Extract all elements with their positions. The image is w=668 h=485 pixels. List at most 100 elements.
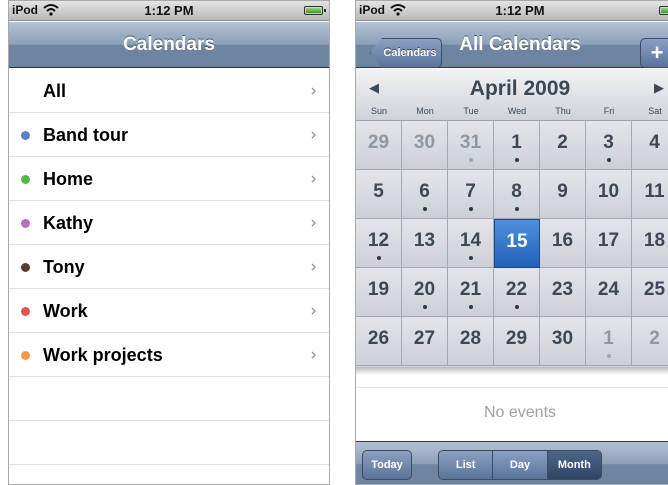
calendar-row[interactable]: Work projects ›: [9, 333, 329, 377]
day-cell[interactable]: 21: [448, 268, 494, 317]
day-number: 2: [557, 132, 568, 153]
event-indicator-dot: [377, 256, 381, 260]
day-cell[interactable]: 10: [586, 170, 632, 219]
weekday-label: Fri: [603, 106, 615, 116]
next-month-icon[interactable]: ▶: [654, 81, 664, 96]
day-number: 28: [459, 328, 482, 349]
day-cell[interactable]: 1: [494, 121, 540, 170]
segment-day[interactable]: Day: [493, 451, 548, 479]
navigation-bar: Calendars: [9, 22, 329, 68]
day-number: 15: [506, 231, 528, 252]
day-cell[interactable]: 24: [586, 268, 632, 317]
day-cell[interactable]: 27: [402, 317, 448, 366]
day-cell[interactable]: 29: [356, 121, 402, 170]
event-indicator-dot: [423, 305, 427, 309]
day-cell[interactable]: 1: [586, 317, 632, 366]
calendar-label: Home: [43, 169, 94, 189]
day-cell[interactable]: 8: [494, 170, 540, 219]
day-cell[interactable]: 30: [540, 317, 586, 366]
day-cell[interactable]: 17: [586, 219, 632, 268]
day-number: 19: [367, 279, 390, 300]
calendar-row[interactable]: Home ›: [9, 157, 329, 201]
calendar-label: Kathy: [43, 213, 94, 233]
day-cell[interactable]: 22: [494, 268, 540, 317]
day-number: 22: [505, 279, 528, 300]
day-cell[interactable]: 19: [356, 268, 402, 317]
chevron-right-icon: ›: [310, 125, 317, 145]
day-number: 18: [643, 230, 666, 251]
today-button[interactable]: Today: [362, 450, 412, 480]
day-number: 1: [511, 132, 522, 153]
day-cell[interactable]: 26: [356, 317, 402, 366]
day-number: 27: [413, 328, 436, 349]
month-title: April 2009: [469, 77, 571, 100]
calendar-label: Tony: [43, 257, 85, 277]
calendar-color-dot: [21, 307, 30, 316]
day-cell[interactable]: 6: [402, 170, 448, 219]
day-cell[interactable]: 4: [632, 121, 668, 170]
day-cell[interactable]: 29: [494, 317, 540, 366]
calendar-row[interactable]: All ›: [9, 69, 329, 113]
day-cell[interactable]: 9: [540, 170, 586, 219]
day-cell[interactable]: 23: [540, 268, 586, 317]
day-cell[interactable]: 16: [540, 219, 586, 268]
day-number: 24: [597, 279, 620, 300]
day-number: 8: [511, 181, 522, 202]
calendar-row[interactable]: Kathy ›: [9, 201, 329, 245]
status-bar: iPod 1:12 PM: [9, 1, 329, 21]
day-cell[interactable]: 25: [632, 268, 668, 317]
day-cell[interactable]: 11: [632, 170, 668, 219]
day-cell[interactable]: 5: [356, 170, 402, 219]
day-number: 3: [603, 132, 614, 153]
day-cell[interactable]: 20: [402, 268, 448, 317]
day-cell[interactable]: 14: [448, 219, 494, 268]
calendar-row[interactable]: Work ›: [9, 289, 329, 333]
day-cell[interactable]: 3: [586, 121, 632, 170]
day-cell[interactable]: 13: [402, 219, 448, 268]
month-header: ◀ April 2009 ▶ Sun Mon Tue Wed Thu Fri Sat: [356, 69, 668, 121]
event-indicator-dot: [607, 158, 611, 162]
day-cell[interactable]: 2: [632, 317, 668, 366]
empty-row: [9, 421, 329, 465]
day-number: 7: [465, 181, 476, 202]
day-cell[interactable]: 28: [448, 317, 494, 366]
view-segmented-control: List Day Month: [438, 450, 602, 480]
segment-list[interactable]: List: [439, 451, 494, 479]
status-time: 1:12 PM: [495, 3, 545, 18]
no-events-label: No events: [483, 404, 557, 421]
day-cell[interactable]: 12: [356, 219, 402, 268]
calendar-color-dot: [21, 219, 30, 228]
day-number: 25: [643, 279, 666, 300]
day-number: 30: [551, 328, 574, 349]
day-number: 6: [419, 181, 430, 202]
calendar-row[interactable]: Tony ›: [9, 245, 329, 289]
day-number: 17: [597, 230, 620, 251]
segment-month[interactable]: Month: [547, 451, 601, 479]
calendar-row[interactable]: Band tour ›: [9, 113, 329, 157]
day-number: 5: [373, 181, 384, 202]
day-number: 29: [505, 328, 528, 349]
day-number: 13: [413, 230, 436, 251]
event-indicator-dot: [469, 305, 473, 309]
day-number: 30: [413, 132, 436, 153]
day-cell[interactable]: 2: [540, 121, 586, 170]
status-bar: iPod 1:12 PM: [356, 1, 668, 21]
day-cell[interactable]: 31: [448, 121, 494, 170]
day-number: 1: [603, 328, 614, 349]
event-indicator-dot: [469, 158, 473, 162]
day-number: 26: [367, 328, 390, 349]
day-number: 12: [367, 230, 390, 251]
day-number: 11: [644, 181, 665, 202]
add-event-button[interactable]: +: [640, 38, 668, 68]
day-cell[interactable]: 7: [448, 170, 494, 219]
chevron-right-icon: ›: [310, 301, 317, 321]
day-number: 16: [551, 230, 574, 251]
status-time: 1:12 PM: [144, 3, 194, 18]
day-cell[interactable]: 30: [402, 121, 448, 170]
day-cell-today[interactable]: 15: [494, 219, 540, 268]
chevron-right-icon: ›: [310, 257, 317, 277]
day-cell[interactable]: 18: [632, 219, 668, 268]
day-number: 10: [597, 181, 620, 202]
event-indicator-dot: [423, 207, 427, 211]
day-number: 14: [459, 230, 482, 251]
